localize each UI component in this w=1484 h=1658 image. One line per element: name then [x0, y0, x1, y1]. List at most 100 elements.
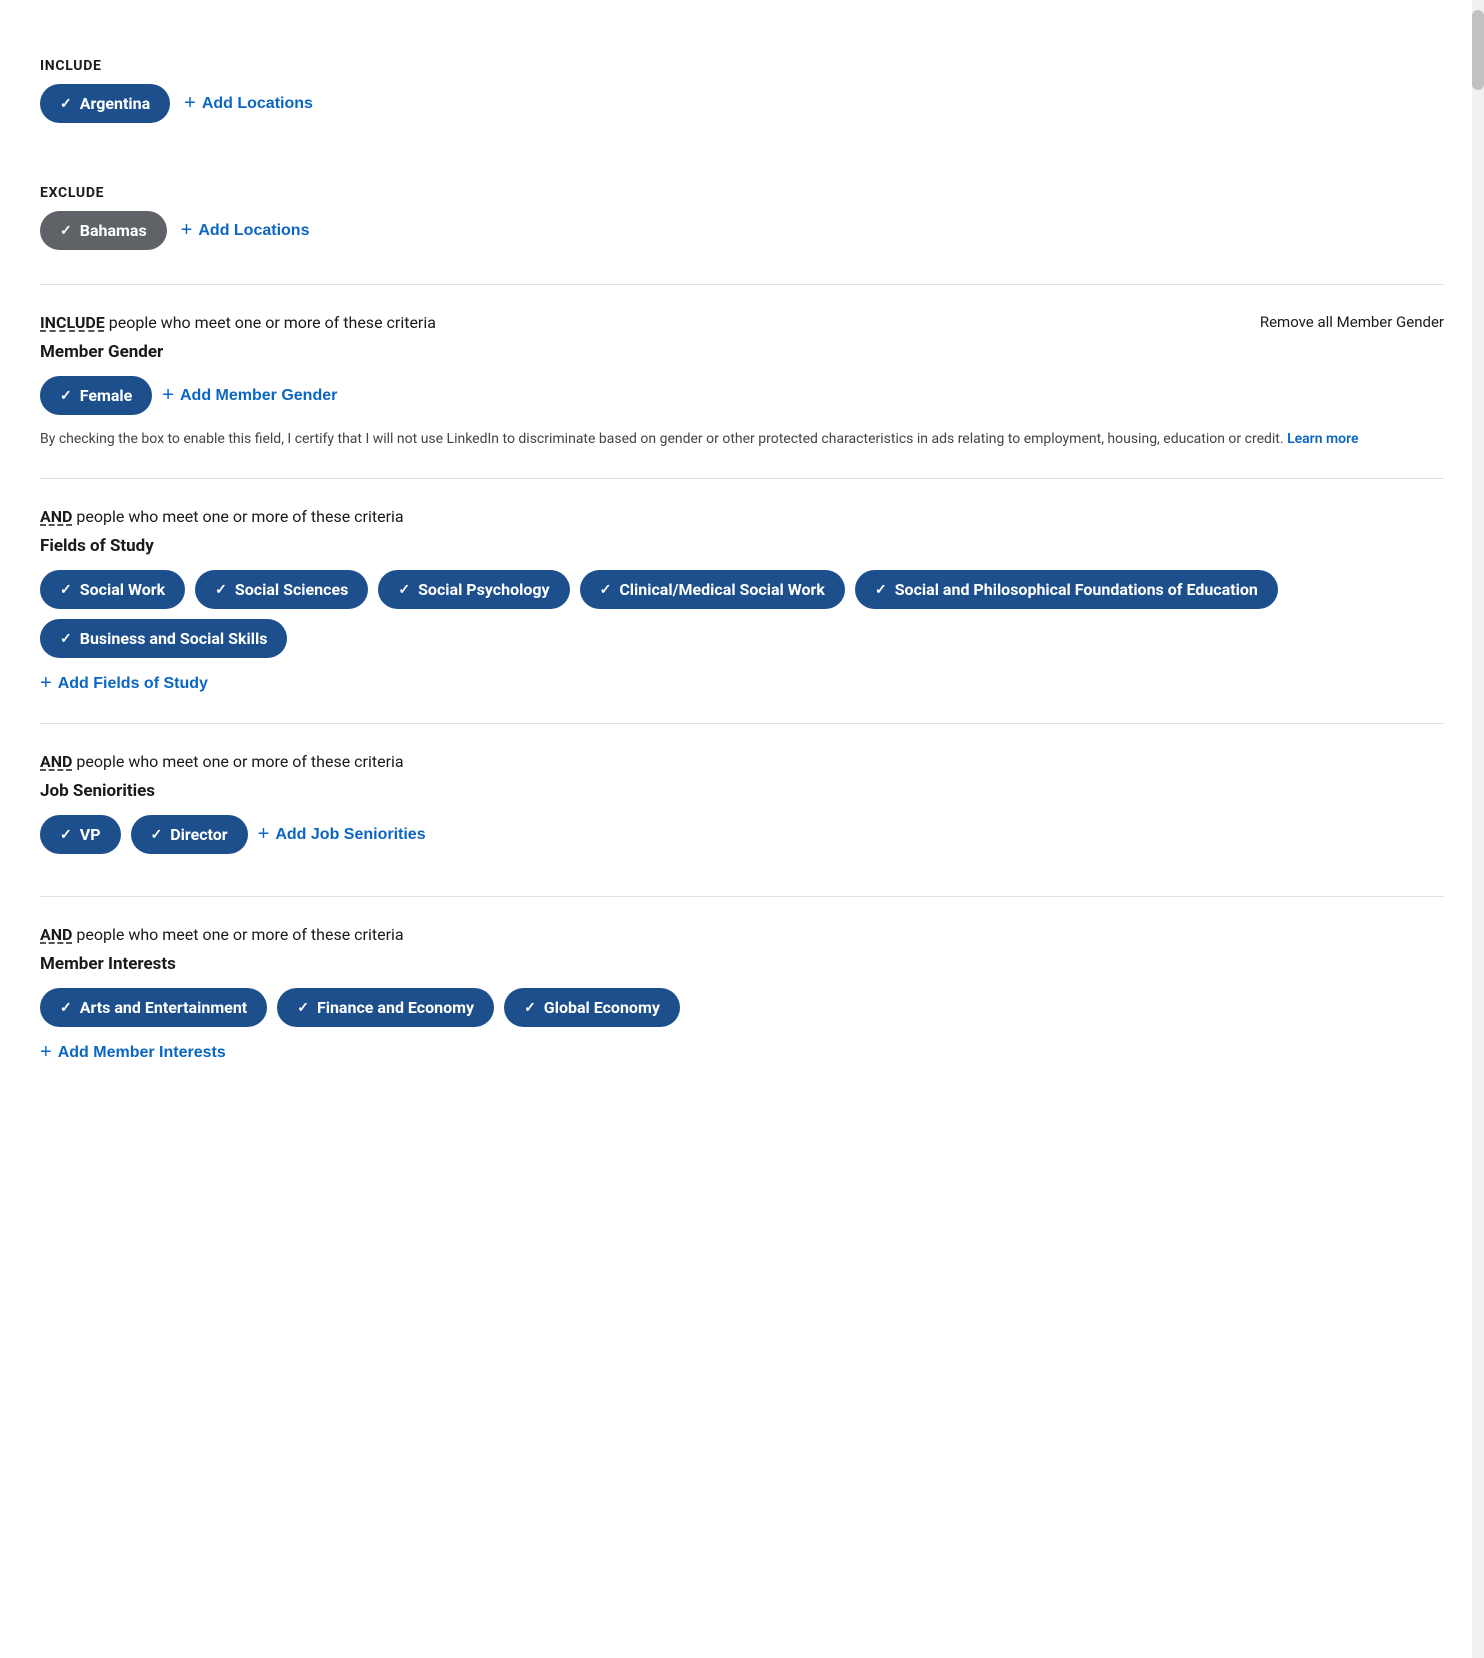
fields-of-study-criteria: AND people who meet one or more of these…	[40, 507, 404, 526]
female-chip[interactable]: ✓ Female	[40, 376, 152, 415]
member-gender-criteria: INCLUDE people who meet one or more of t…	[40, 313, 436, 332]
check-icon: ✓	[524, 1000, 536, 1016]
plus-icon: +	[181, 219, 193, 242]
plus-icon: +	[162, 384, 174, 407]
member-interests-section: AND people who meet one or more of these…	[40, 897, 1444, 1092]
member-gender-section: INCLUDE people who meet one or more of t…	[40, 285, 1444, 478]
member-interests-sublabel: Member Interests	[40, 954, 1444, 974]
disclaimer-text: By checking the box to enable this field…	[40, 431, 1284, 447]
exclude-label: EXCLUDE	[40, 185, 1444, 201]
check-icon: ✓	[875, 582, 887, 598]
argentina-chip-label: Argentina	[80, 94, 150, 113]
director-chip[interactable]: ✓ Director	[131, 815, 248, 854]
social-philosophical-chip[interactable]: ✓ Social and Philosophical Foundations o…	[855, 570, 1278, 609]
clinical-social-work-chip-label: Clinical/Medical Social Work	[619, 580, 825, 599]
job-seniorities-section: AND people who meet one or more of these…	[40, 724, 1444, 896]
job-seniorities-header: AND people who meet one or more of these…	[40, 752, 1444, 771]
add-locations-exclude-button[interactable]: + Add Locations	[181, 219, 310, 242]
arts-entertainment-chip[interactable]: ✓ Arts and Entertainment	[40, 988, 267, 1027]
scrollbar-thumb[interactable]	[1472, 10, 1484, 90]
bahamas-chip-label: Bahamas	[80, 221, 147, 240]
check-icon: ✓	[60, 388, 72, 404]
add-job-seniorities-label: Add Job Seniorities	[275, 826, 425, 844]
add-fields-of-study-label: Add Fields of Study	[58, 675, 208, 693]
check-icon: ✓	[215, 582, 227, 598]
check-icon: ✓	[297, 1000, 309, 1016]
check-icon: ✓	[151, 827, 163, 843]
social-sciences-chip[interactable]: ✓ Social Sciences	[195, 570, 368, 609]
learn-more-link[interactable]: Learn more	[1287, 431, 1358, 447]
member-gender-chips: ✓ Female + Add Member Gender	[40, 376, 1444, 415]
check-icon: ✓	[600, 582, 612, 598]
job-seniorities-criteria: AND people who meet one or more of these…	[40, 752, 404, 771]
member-gender-criteria-suffix: people who meet one or more of these cri…	[109, 313, 436, 332]
exclude-section: EXCLUDE ✓ Bahamas + Add Locations	[40, 157, 1444, 284]
add-member-interests-button[interactable]: + Add Member Interests	[40, 1041, 226, 1064]
member-interests-chips: ✓ Arts and Entertainment ✓ Finance and E…	[40, 988, 1444, 1027]
check-icon: ✓	[60, 223, 72, 239]
fields-of-study-section: AND people who meet one or more of these…	[40, 479, 1444, 723]
and-keyword-1: AND	[40, 507, 72, 526]
plus-icon: +	[40, 1041, 52, 1064]
include-label: INCLUDE	[40, 58, 1444, 74]
member-gender-header: INCLUDE people who meet one or more of t…	[40, 313, 1444, 332]
plus-icon: +	[40, 672, 52, 695]
and-keyword-3: AND	[40, 925, 72, 944]
business-social-skills-chip[interactable]: ✓ Business and Social Skills	[40, 619, 287, 658]
global-economy-chip-label: Global Economy	[544, 998, 660, 1017]
arts-entertainment-chip-label: Arts and Entertainment	[80, 998, 247, 1017]
check-icon: ✓	[60, 631, 72, 647]
female-chip-label: Female	[80, 386, 133, 405]
vp-chip[interactable]: ✓ VP	[40, 815, 121, 854]
finance-economy-chip-label: Finance and Economy	[317, 998, 474, 1017]
fields-of-study-sublabel: Fields of Study	[40, 536, 1444, 556]
fields-criteria-suffix: people who meet one or more of these cri…	[76, 507, 403, 526]
job-seniorities-chips: ✓ VP ✓ Director + Add Job Seniorities	[40, 815, 1444, 854]
include-keyword: INCLUDE	[40, 313, 105, 332]
fields-of-study-header: AND people who meet one or more of these…	[40, 507, 1444, 526]
social-work-chip-label: Social Work	[80, 580, 165, 599]
social-psychology-chip[interactable]: ✓ Social Psychology	[378, 570, 569, 609]
add-fields-of-study-button[interactable]: + Add Fields of Study	[40, 672, 208, 695]
scrollbar-track	[1472, 0, 1484, 1658]
add-locations-include-button[interactable]: + Add Locations	[184, 92, 313, 115]
director-chip-label: Director	[170, 825, 227, 844]
add-member-gender-label: Add Member Gender	[180, 387, 337, 405]
add-member-interests-label: Add Member Interests	[58, 1044, 226, 1062]
member-interests-header: AND people who meet one or more of these…	[40, 925, 1444, 944]
job-seniorities-sublabel: Job Seniorities	[40, 781, 1444, 801]
add-member-gender-button[interactable]: + Add Member Gender	[162, 376, 337, 415]
member-interests-criteria-suffix: people who meet one or more of these cri…	[76, 925, 403, 944]
job-seniorities-criteria-suffix: people who meet one or more of these cri…	[76, 752, 403, 771]
social-sciences-chip-label: Social Sciences	[235, 580, 348, 599]
check-icon: ✓	[60, 96, 72, 112]
page-container: INCLUDE ✓ Argentina + Add Locations EXCL…	[0, 0, 1484, 1122]
check-icon: ✓	[60, 1000, 72, 1016]
plus-icon: +	[184, 92, 196, 115]
member-gender-sublabel: Member Gender	[40, 342, 1444, 362]
vp-chip-label: VP	[80, 825, 101, 844]
add-locations-include-label: Add Locations	[202, 95, 313, 113]
argentina-chip[interactable]: ✓ Argentina	[40, 84, 170, 123]
and-keyword-2: AND	[40, 752, 72, 771]
gender-disclaimer: By checking the box to enable this field…	[40, 429, 1444, 450]
social-philosophical-chip-label: Social and Philosophical Foundations of …	[895, 580, 1258, 599]
check-icon: ✓	[398, 582, 410, 598]
finance-economy-chip[interactable]: ✓ Finance and Economy	[277, 988, 494, 1027]
check-icon: ✓	[60, 827, 72, 843]
remove-member-gender-link[interactable]: Remove all Member Gender	[1260, 313, 1444, 331]
bahamas-chip[interactable]: ✓ Bahamas	[40, 211, 167, 250]
member-interests-criteria: AND people who meet one or more of these…	[40, 925, 404, 944]
social-psychology-chip-label: Social Psychology	[418, 580, 550, 599]
plus-icon: +	[258, 823, 270, 846]
business-social-skills-chip-label: Business and Social Skills	[80, 629, 268, 648]
social-work-chip[interactable]: ✓ Social Work	[40, 570, 185, 609]
exclude-row: ✓ Bahamas + Add Locations	[40, 211, 1444, 250]
add-locations-exclude-label: Add Locations	[198, 222, 309, 240]
clinical-social-work-chip[interactable]: ✓ Clinical/Medical Social Work	[580, 570, 845, 609]
add-job-seniorities-button[interactable]: + Add Job Seniorities	[258, 815, 426, 854]
check-icon: ✓	[60, 582, 72, 598]
include-row: ✓ Argentina + Add Locations	[40, 84, 1444, 123]
include-section: INCLUDE ✓ Argentina + Add Locations	[40, 30, 1444, 157]
global-economy-chip[interactable]: ✓ Global Economy	[504, 988, 680, 1027]
